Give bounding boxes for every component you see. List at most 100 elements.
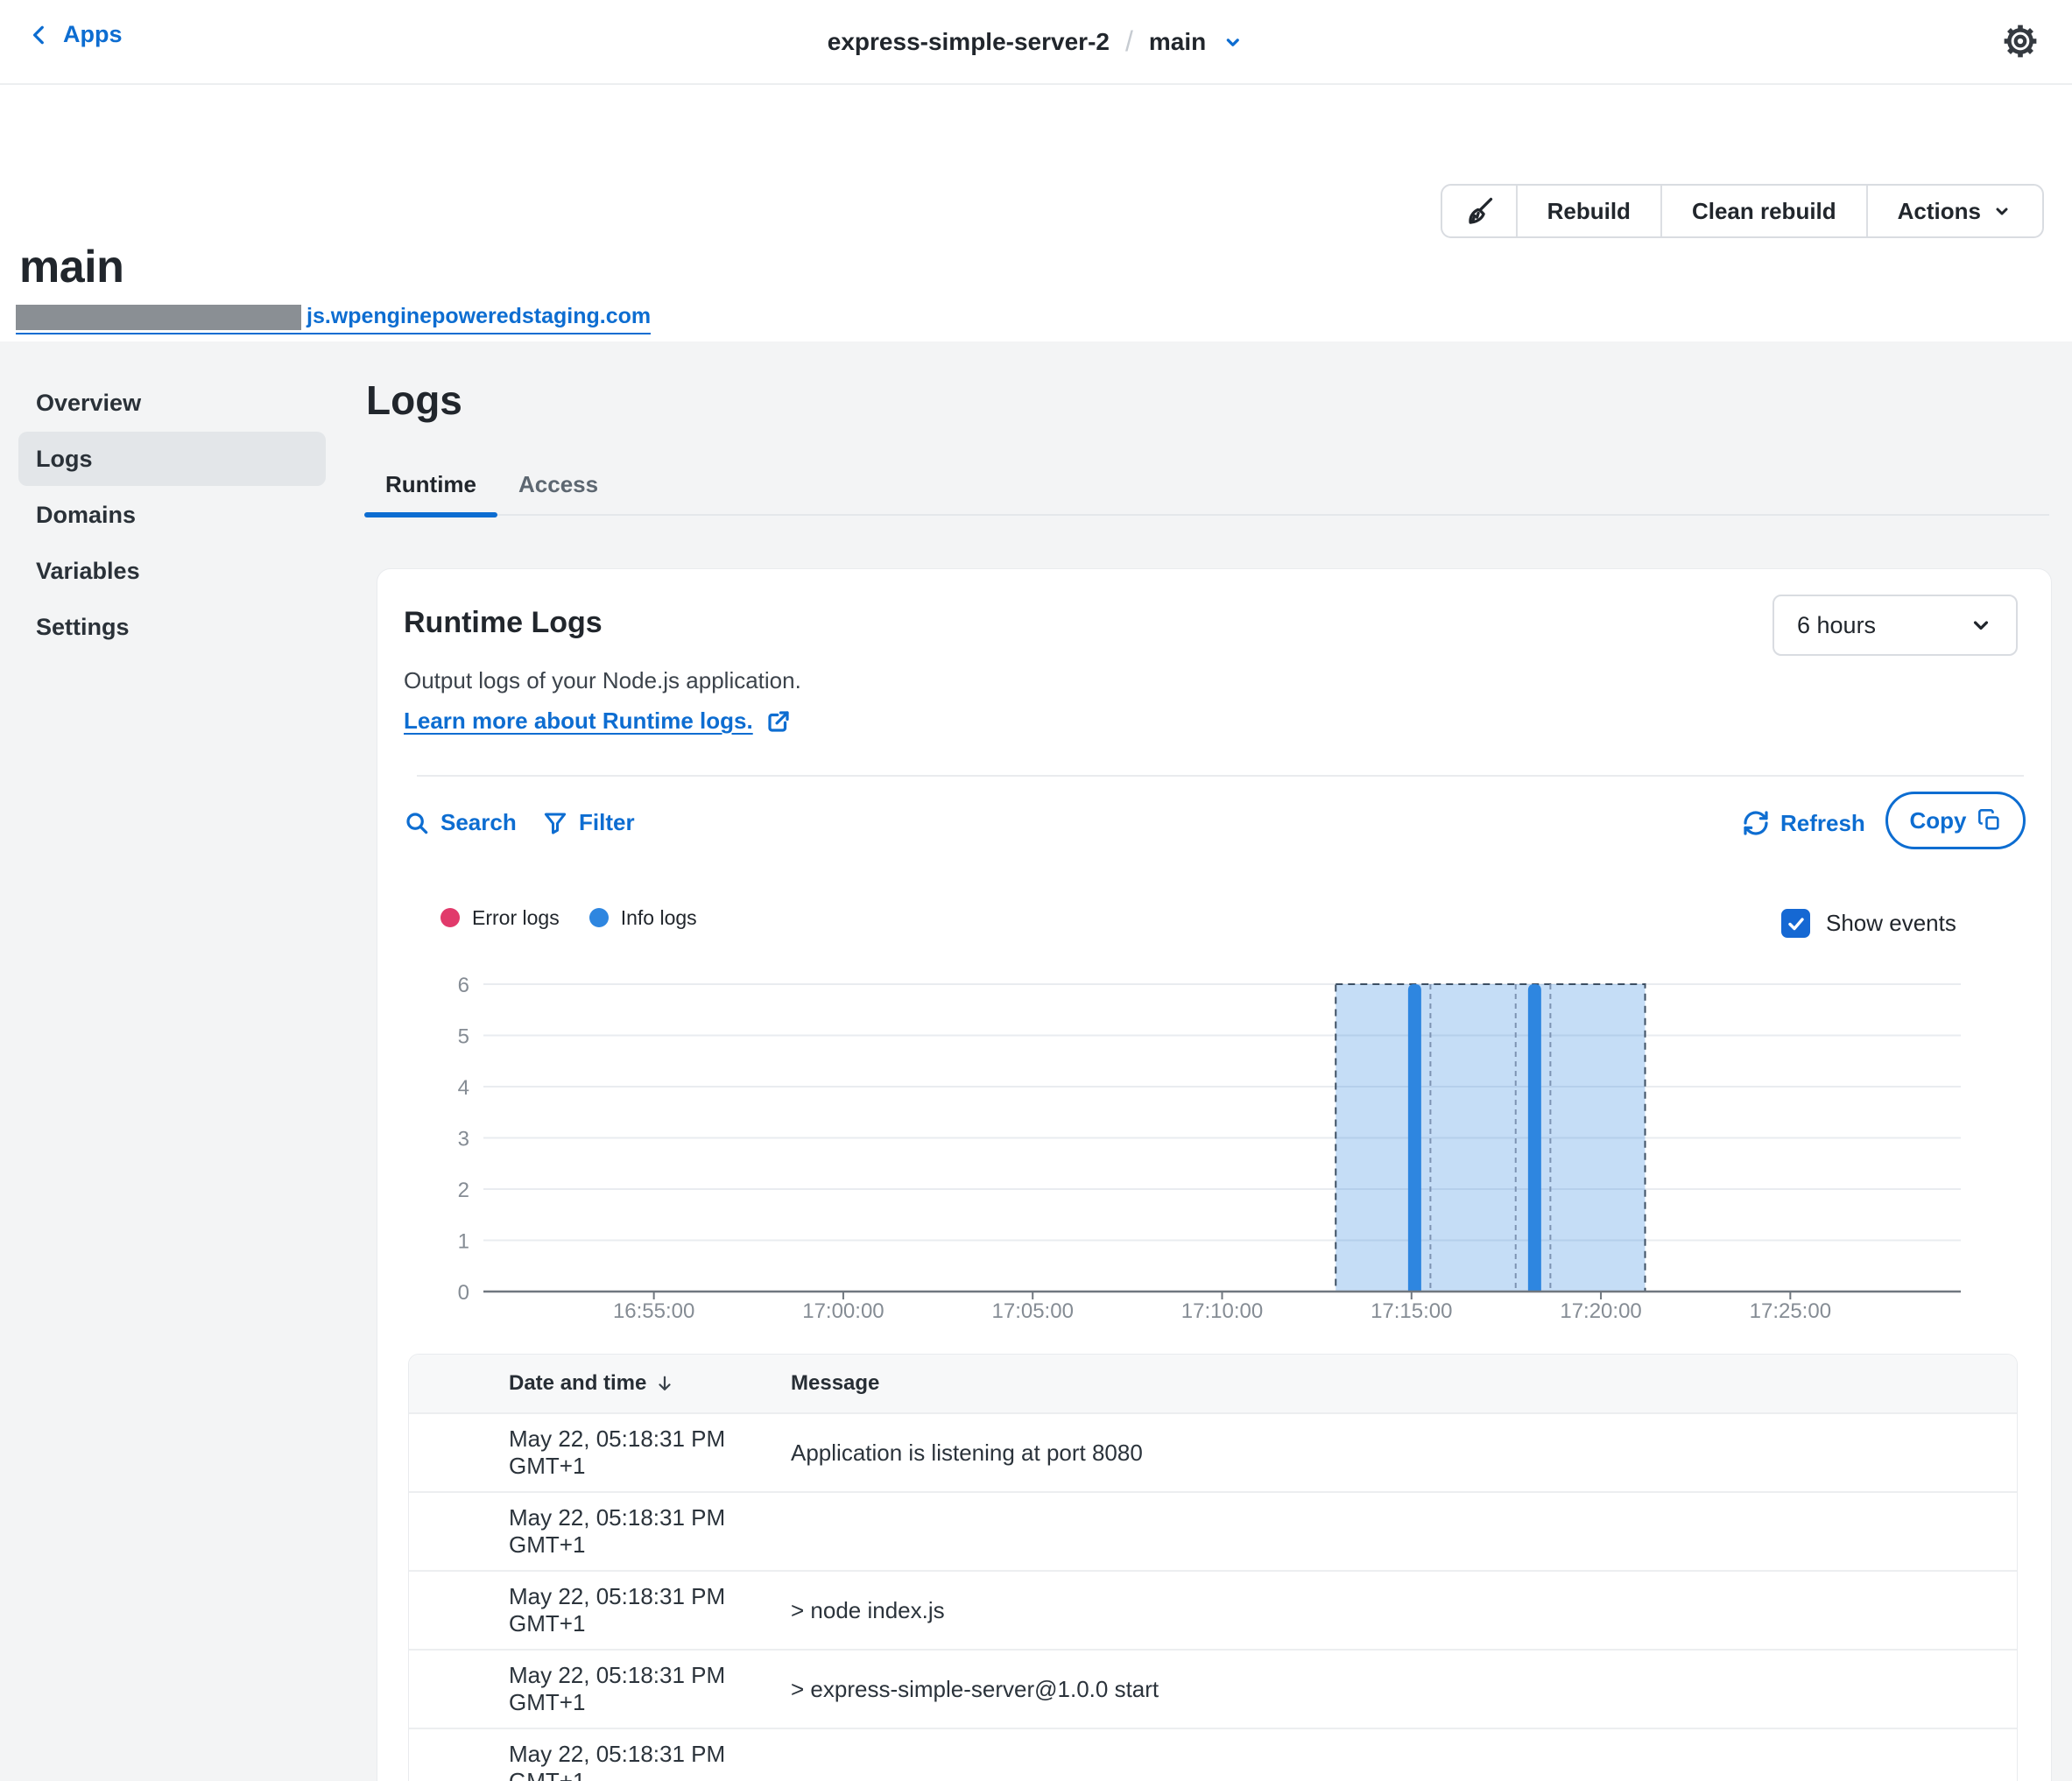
error-logs-dot <box>440 908 460 927</box>
svg-text:17:05:00: 17:05:00 <box>992 1299 1074 1323</box>
rebuild-button[interactable]: Rebuild <box>1518 186 1662 236</box>
sidebar-item-label: Logs <box>36 446 93 473</box>
back-to-apps-link[interactable]: Apps <box>28 21 123 48</box>
runtime-logs-chart[interactable]: 012345616:55:0017:00:0017:05:0017:10:001… <box>404 964 2019 1335</box>
check-icon <box>1786 913 1807 934</box>
log-date: May 22, 05:18:31 PM GMT+1 <box>409 1583 760 1637</box>
svg-text:17:10:00: 17:10:00 <box>1181 1299 1263 1323</box>
copy-button[interactable]: Copy <box>1885 792 2026 849</box>
search-label: Search <box>440 809 517 836</box>
runtime-logs-description: Output logs of your Node.js application. <box>404 667 801 694</box>
svg-text:3: 3 <box>458 1128 469 1151</box>
svg-text:16:55:00: 16:55:00 <box>613 1299 694 1323</box>
log-message: > express-simple-server@1.0.0 start <box>760 1676 1159 1703</box>
actions-label: Actions <box>1898 198 1981 225</box>
settings-gear-button[interactable] <box>2000 21 2040 61</box>
breadcrumb: express-simple-server-2 / main <box>828 0 1244 83</box>
search-button[interactable]: Search <box>404 809 517 836</box>
sort-descending-icon <box>655 1374 674 1393</box>
svg-text:1: 1 <box>458 1230 469 1254</box>
environment-url-row: js.wpenginepoweredstaging.com <box>16 304 651 339</box>
sidebar-item-label: Overview <box>36 390 141 417</box>
info-logs-dot <box>589 908 609 927</box>
legend-error-logs: Error logs <box>440 906 560 930</box>
show-events-checkbox[interactable] <box>1781 909 1810 938</box>
tab-access[interactable]: Access <box>497 462 619 514</box>
show-events-label: Show events <box>1826 910 1956 937</box>
filter-button[interactable]: Filter <box>542 809 635 836</box>
chevron-down-icon <box>1222 31 1244 53</box>
sidebar-item-label: Domains <box>36 502 136 529</box>
log-row[interactable]: May 22, 05:18:31 PM GMT+1 > express-simp… <box>409 1649 2017 1728</box>
tab-runtime[interactable]: Runtime <box>364 462 497 514</box>
copy-icon <box>1977 808 2002 833</box>
refresh-button[interactable]: Refresh <box>1742 809 1865 837</box>
redaction-box <box>16 305 301 330</box>
breadcrumb-env-name[interactable]: main <box>1149 28 1206 56</box>
log-row[interactable]: May 22, 05:18:31 PM GMT+1 <box>409 1728 2017 1781</box>
breadcrumb-separator: / <box>1125 25 1133 58</box>
column-header-message: Message <box>760 1371 879 1396</box>
sidebar-item-settings[interactable]: Settings <box>18 600 326 654</box>
rebuild-label: Rebuild <box>1547 198 1631 225</box>
page-title: main <box>19 241 123 293</box>
sidebar-item-variables[interactable]: Variables <box>18 544 326 598</box>
svg-text:2: 2 <box>458 1179 469 1202</box>
chevron-down-icon <box>1969 613 1993 637</box>
log-date: May 22, 05:18:31 PM GMT+1 <box>409 1741 760 1781</box>
logs-table-header: Date and time Message <box>409 1355 2017 1412</box>
svg-text:17:15:00: 17:15:00 <box>1371 1299 1452 1323</box>
legend-info-logs: Info logs <box>589 906 697 930</box>
filter-label: Filter <box>579 809 635 836</box>
top-bar: Apps express-simple-server-2 / main <box>0 0 2072 85</box>
column-header-date[interactable]: Date and time <box>409 1371 760 1396</box>
breadcrumb-app-name[interactable]: express-simple-server-2 <box>828 28 1110 56</box>
environment-header: main js.wpenginepoweredstaging.com Rebui… <box>0 85 2072 341</box>
chevron-down-icon <box>1991 201 2012 222</box>
sidebar-item-label: Settings <box>36 614 130 641</box>
clean-rebuild-label: Clean rebuild <box>1692 198 1836 225</box>
external-link-icon <box>765 708 792 735</box>
refresh-icon <box>1742 809 1770 837</box>
time-range-select[interactable]: 6 hours <box>1772 595 2018 656</box>
environment-actions-group: Rebuild Clean rebuild Actions <box>1441 184 2044 238</box>
learn-more-link[interactable]: Learn more about Runtime logs. <box>404 707 792 735</box>
log-message: Application is listening at port 8080 <box>760 1440 1143 1467</box>
broom-icon <box>1463 195 1495 227</box>
clean-rebuild-button[interactable]: Clean rebuild <box>1662 186 1868 236</box>
clear-cache-button[interactable] <box>1442 186 1518 236</box>
legend-label: Error logs <box>472 906 560 930</box>
runtime-logs-card: Runtime Logs 6 hours Output logs of your… <box>377 568 2052 1781</box>
log-date: May 22, 05:18:31 PM GMT+1 <box>409 1662 760 1716</box>
chart-legend: Error logs Info logs <box>440 905 697 931</box>
sidebar-item-domains[interactable]: Domains <box>18 488 326 542</box>
filter-funnel-icon <box>542 810 568 836</box>
actions-menu-button[interactable]: Actions <box>1868 186 2042 236</box>
log-message: > node index.js <box>760 1597 945 1624</box>
sidebar-item-overview[interactable]: Overview <box>18 376 326 430</box>
copy-label: Copy <box>1910 807 1967 834</box>
env-dropdown-trigger[interactable] <box>1222 31 1244 53</box>
learn-more-label: Learn more about Runtime logs. <box>404 707 753 735</box>
log-row[interactable]: May 22, 05:18:31 PM GMT+1 > node index.j… <box>409 1570 2017 1649</box>
svg-text:0: 0 <box>458 1281 469 1305</box>
log-date: May 22, 05:18:31 PM GMT+1 <box>409 1504 760 1559</box>
logs-heading: Logs <box>366 377 462 424</box>
sidebar-item-logs[interactable]: Logs <box>18 432 326 486</box>
sidebar-item-label: Variables <box>36 558 140 585</box>
svg-text:6: 6 <box>458 974 469 997</box>
card-divider <box>417 775 2024 777</box>
sidebar-nav: Overview Logs Domains Variables Settings <box>18 376 326 656</box>
show-events-toggle[interactable]: Show events <box>1781 909 1956 938</box>
date-column-label: Date and time <box>509 1371 646 1396</box>
svg-text:17:25:00: 17:25:00 <box>1750 1299 1831 1323</box>
legend-label: Info logs <box>621 906 697 930</box>
log-row[interactable]: May 22, 05:18:31 PM GMT+1 Application is… <box>409 1412 2017 1491</box>
log-row[interactable]: May 22, 05:18:31 PM GMT+1 <box>409 1491 2017 1570</box>
search-icon <box>404 810 430 836</box>
gear-icon <box>2002 23 2039 60</box>
svg-text:17:00:00: 17:00:00 <box>802 1299 884 1323</box>
chevron-left-icon <box>28 24 51 46</box>
time-range-value: 6 hours <box>1797 612 1876 639</box>
back-label: Apps <box>63 21 123 48</box>
